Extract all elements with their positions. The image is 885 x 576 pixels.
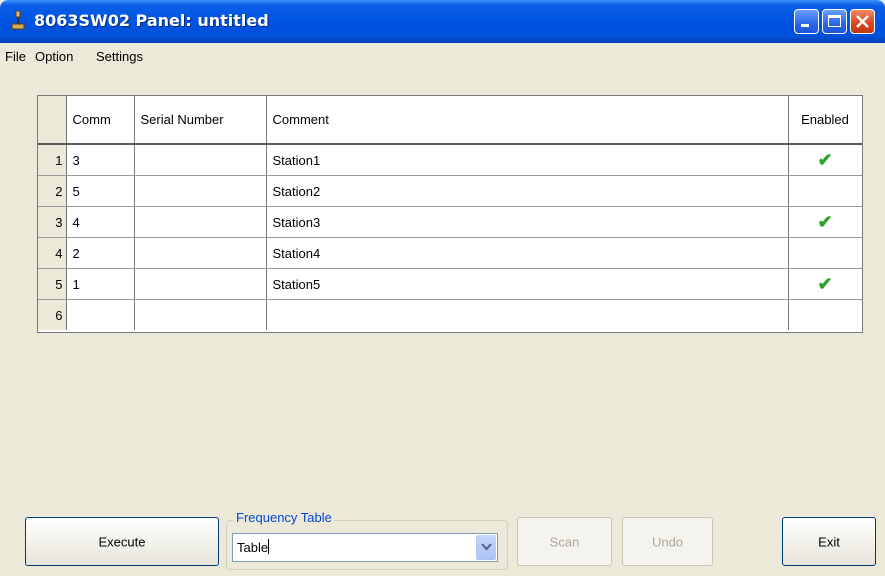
table-row[interactable]: 1 3 Station1 ✔ — [38, 144, 862, 176]
row-number-cell[interactable]: 3 — [38, 206, 67, 238]
comment-cell[interactable]: Station1 — [266, 144, 789, 176]
enabled-cell[interactable]: ✔ — [788, 268, 862, 300]
comment-cell[interactable]: Station2 — [266, 175, 789, 207]
comm-cell[interactable]: 5 — [66, 175, 135, 207]
column-header-enabled[interactable]: Enabled — [788, 96, 862, 145]
frequency-table-label: Frequency Table — [234, 510, 334, 525]
enabled-cell[interactable] — [788, 299, 862, 330]
frequency-table-combobox[interactable]: Table — [232, 533, 498, 562]
column-header-comm[interactable]: Comm — [66, 96, 135, 145]
enabled-cell[interactable] — [788, 237, 862, 269]
row-number-cell[interactable]: 6 — [38, 299, 67, 330]
checkmark-icon: ✔ — [817, 274, 833, 294]
comm-cell[interactable] — [66, 299, 135, 330]
row-number-cell[interactable]: 1 — [38, 144, 67, 176]
enabled-cell[interactable]: ✔ — [788, 206, 862, 238]
window-title: 8063SW02 Panel: untitled — [34, 11, 269, 30]
column-header-serial-number[interactable]: Serial Number — [134, 96, 267, 145]
enabled-cell[interactable]: ✔ — [788, 144, 862, 176]
checkmark-icon: ✔ — [817, 150, 833, 170]
serial-number-cell[interactable] — [134, 237, 267, 269]
comm-cell[interactable]: 3 — [66, 144, 135, 176]
serial-number-cell[interactable] — [134, 144, 267, 176]
title-bar[interactable]: 8063SW02 Panel: untitled — [0, 0, 885, 43]
serial-number-cell[interactable] — [134, 299, 267, 330]
table-row[interactable]: 3 4 Station3 ✔ — [38, 206, 862, 238]
comment-cell[interactable]: Station3 — [266, 206, 789, 238]
frequency-table-value: Table — [237, 539, 270, 555]
menu-file[interactable]: File — [5, 49, 26, 64]
close-icon — [856, 15, 869, 28]
chevron-down-icon — [481, 543, 492, 551]
serial-number-cell[interactable] — [134, 206, 267, 238]
enabled-cell[interactable] — [788, 175, 862, 207]
table-row[interactable]: 4 2 Station4 — [38, 237, 862, 269]
grid-header-row: Comm Serial Number Comment Enabled — [38, 96, 862, 145]
menu-bar: File Option Settings — [0, 43, 885, 69]
execute-button[interactable]: Execute — [25, 517, 219, 566]
comm-cell[interactable]: 4 — [66, 206, 135, 238]
comm-cell[interactable]: 2 — [66, 237, 135, 269]
dropdown-button[interactable] — [476, 535, 496, 560]
minimize-icon — [801, 24, 809, 27]
grid-corner-cell[interactable] — [38, 96, 67, 145]
scan-button[interactable]: Scan — [517, 517, 612, 566]
column-header-comment[interactable]: Comment — [266, 96, 789, 145]
comment-cell[interactable] — [266, 299, 789, 330]
table-row[interactable]: 2 5 Station2 — [38, 175, 862, 207]
comment-cell[interactable]: Station5 — [266, 268, 789, 300]
row-number-cell[interactable]: 4 — [38, 237, 67, 269]
checkmark-icon: ✔ — [817, 212, 833, 232]
table-row[interactable]: 6 — [38, 299, 862, 330]
comm-cell[interactable]: 1 — [66, 268, 135, 300]
row-number-cell[interactable]: 2 — [38, 175, 67, 207]
table-row[interactable]: 5 1 Station5 ✔ — [38, 268, 862, 300]
maximize-icon — [828, 15, 841, 27]
station-grid[interactable]: Comm Serial Number Comment Enabled 1 3 Sta… — [37, 95, 863, 333]
serial-number-cell[interactable] — [134, 175, 267, 207]
undo-button[interactable]: Undo — [622, 517, 713, 566]
row-number-cell[interactable]: 5 — [38, 268, 67, 300]
comment-cell[interactable]: Station4 — [266, 237, 789, 269]
menu-settings[interactable]: Settings — [96, 49, 143, 64]
app-icon — [11, 11, 25, 30]
text-caret — [268, 539, 270, 554]
menu-option[interactable]: Option — [35, 49, 73, 64]
exit-button[interactable]: Exit — [782, 517, 876, 566]
serial-number-cell[interactable] — [134, 268, 267, 300]
close-button[interactable] — [850, 9, 875, 34]
maximize-button[interactable] — [822, 9, 847, 34]
minimize-button[interactable] — [794, 9, 819, 34]
